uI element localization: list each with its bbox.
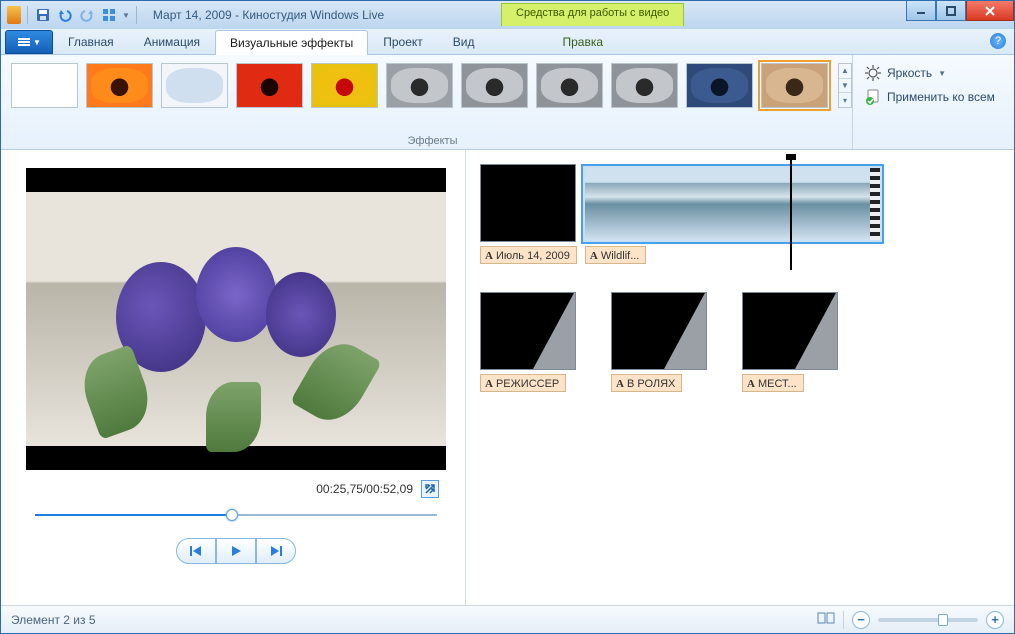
caption-credit-0[interactable]: AРЕЖИССЕР bbox=[480, 374, 566, 392]
qat-grid-icon[interactable] bbox=[100, 6, 118, 24]
redo-icon[interactable] bbox=[78, 6, 96, 24]
gallery-expand-icon[interactable]: ▾ bbox=[839, 93, 851, 107]
play-button[interactable] bbox=[216, 538, 256, 564]
credit-clip-0[interactable]: AРЕЖИССЕР bbox=[480, 292, 576, 370]
credit-clip-1[interactable]: AВ РОЛЯХ bbox=[611, 292, 707, 370]
tab-view[interactable]: Вид bbox=[438, 29, 490, 54]
apply-all-button[interactable]: Применить ко всем bbox=[865, 89, 995, 105]
tab-editing[interactable]: Правка bbox=[547, 29, 618, 54]
effect-mono-4[interactable] bbox=[611, 63, 678, 108]
zoom-out-button[interactable]: − bbox=[852, 611, 870, 629]
main-area: 00:25,75/00:52,09 bbox=[1, 150, 1014, 605]
tab-project[interactable]: Проект bbox=[368, 29, 438, 54]
caption-title-date[interactable]: AИюль 14, 2009 bbox=[480, 246, 577, 264]
preview-monitor bbox=[26, 168, 446, 470]
preview-frame bbox=[26, 192, 446, 446]
apply-all-label: Применить ко всем bbox=[887, 90, 995, 104]
playhead[interactable] bbox=[790, 158, 792, 270]
seek-bar[interactable] bbox=[35, 508, 437, 522]
effect-mono-3[interactable] bbox=[536, 63, 603, 108]
minimize-button[interactable] bbox=[906, 1, 936, 21]
effect-mono-2[interactable] bbox=[461, 63, 528, 108]
effect-sketch[interactable] bbox=[161, 63, 228, 108]
ribbon: ▲ ▼ ▾ Эффекты Яркость ▼ Применить ко все… bbox=[1, 55, 1014, 150]
effect-blue-tone[interactable] bbox=[686, 63, 753, 108]
effect-warm[interactable] bbox=[86, 63, 153, 108]
ribbon-group-label: Эффекты bbox=[1, 135, 864, 147]
zoom-in-button[interactable]: + bbox=[986, 611, 1004, 629]
tab-home[interactable]: Главная bbox=[53, 29, 129, 54]
help-icon[interactable]: ? bbox=[990, 33, 1006, 49]
gallery-down-icon[interactable]: ▼ bbox=[839, 79, 851, 94]
playback-controls bbox=[21, 538, 451, 564]
brightness-label: Яркость bbox=[887, 66, 932, 80]
caption-wildlife[interactable]: AWildlif... bbox=[585, 246, 646, 264]
video-clip-selected[interactable] bbox=[581, 164, 884, 244]
status-bar: Элемент 2 из 5 − + bbox=[1, 605, 1014, 633]
time-display: 00:25,75/00:52,09 bbox=[316, 482, 413, 496]
tab-animation[interactable]: Анимация bbox=[129, 29, 215, 54]
undo-icon[interactable] bbox=[56, 6, 74, 24]
next-frame-button[interactable] bbox=[256, 538, 296, 564]
titlebar: ▼ Март 14, 2009 - Киностудия Windows Liv… bbox=[1, 1, 1014, 29]
storyboard-row-2: AРЕЖИССЕР AВ РОЛЯХ AМЕСТ... bbox=[480, 292, 1000, 370]
effect-mono-1[interactable] bbox=[386, 63, 453, 108]
maximize-button[interactable] bbox=[936, 1, 966, 21]
preview-pane: 00:25,75/00:52,09 bbox=[1, 150, 466, 605]
caption-credit-1[interactable]: AВ РОЛЯХ bbox=[611, 374, 682, 392]
effect-red-yellow[interactable] bbox=[236, 63, 303, 108]
caption-credit-2[interactable]: AМЕСТ... bbox=[742, 374, 804, 392]
apply-all-icon bbox=[865, 89, 881, 105]
brightness-button[interactable]: Яркость ▼ bbox=[865, 65, 995, 81]
save-icon[interactable] bbox=[34, 6, 52, 24]
quick-access-toolbar: ▼ bbox=[1, 6, 145, 24]
prev-frame-button[interactable] bbox=[176, 538, 216, 564]
tab-visual-effects[interactable]: Визуальные эффекты bbox=[215, 30, 368, 55]
app-icon[interactable] bbox=[7, 6, 21, 24]
gallery-scroll[interactable]: ▲ ▼ ▾ bbox=[838, 63, 852, 108]
gallery-up-icon[interactable]: ▲ bbox=[839, 64, 851, 79]
close-button[interactable] bbox=[966, 1, 1014, 21]
zoom-slider[interactable] bbox=[878, 618, 978, 622]
title-clip[interactable] bbox=[480, 164, 576, 242]
app-window: ▼ Март 14, 2009 - Киностудия Windows Liv… bbox=[0, 0, 1015, 634]
ribbon-right-group: Яркость ▼ Применить ко всем bbox=[852, 55, 1007, 149]
zoom-controls: − + bbox=[817, 610, 1004, 629]
expand-icon bbox=[424, 483, 436, 495]
window-title: Март 14, 2009 - Киностудия Windows Live bbox=[153, 8, 384, 22]
ribbon-tabs: ▼ Главная Анимация Визуальные эффекты Пр… bbox=[1, 29, 1014, 55]
file-menu-tab[interactable]: ▼ bbox=[5, 30, 53, 54]
thumbnails-size-icon[interactable] bbox=[817, 610, 835, 629]
storyboard-row-1: AИюль 14, 2009 AWildlif... bbox=[480, 164, 1000, 244]
brightness-icon bbox=[865, 65, 881, 81]
effect-red-yellow-2[interactable] bbox=[311, 63, 378, 108]
storyboard-pane[interactable]: AИюль 14, 2009 AWildlif... AРЕЖИССЕР AВ Р… bbox=[466, 150, 1014, 605]
fullscreen-button[interactable] bbox=[421, 480, 439, 498]
effect-sepia[interactable] bbox=[761, 63, 828, 108]
contextual-tab-group-label: Средства для работы с видео bbox=[501, 3, 684, 26]
status-text: Элемент 2 из 5 bbox=[11, 613, 96, 627]
effect-none[interactable] bbox=[11, 63, 78, 108]
credit-clip-2[interactable]: AМЕСТ... bbox=[742, 292, 838, 370]
